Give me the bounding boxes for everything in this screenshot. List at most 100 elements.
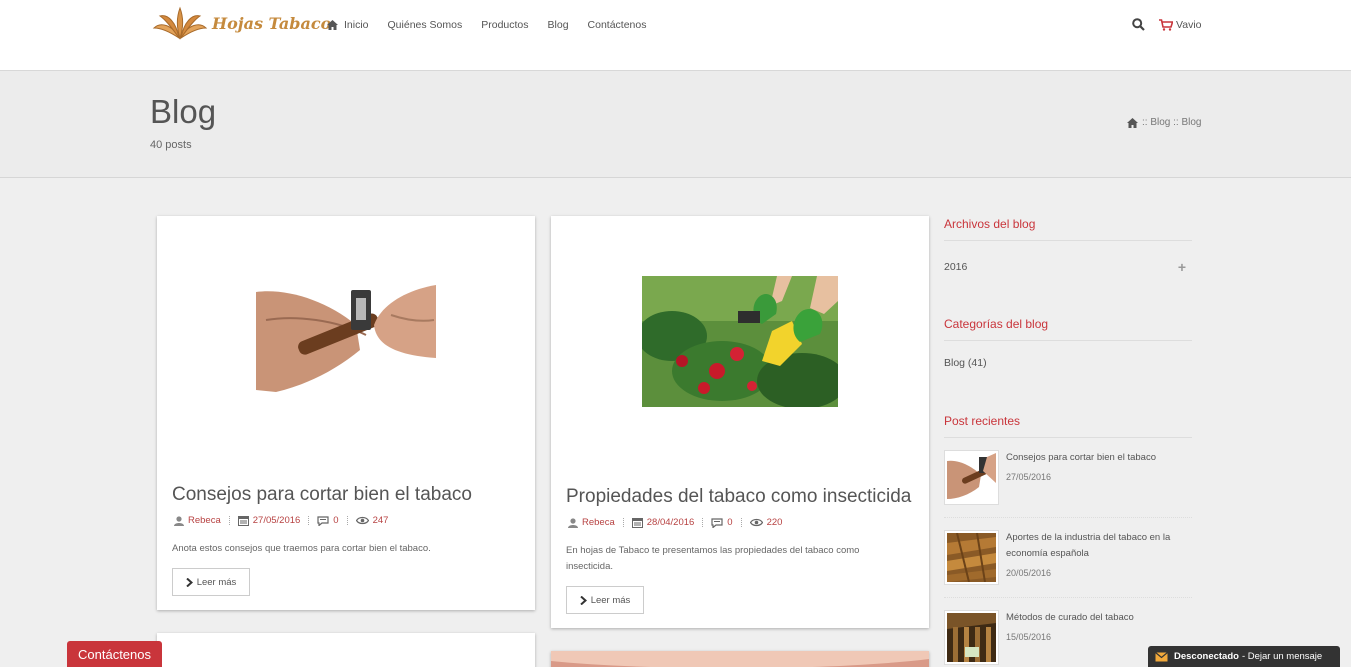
meta-separator xyxy=(308,516,310,525)
calendar-icon xyxy=(631,517,643,528)
cigar-thumbnail-image xyxy=(947,453,996,502)
post-author[interactable]: Rebeca xyxy=(174,515,221,526)
recent-post-title[interactable]: Métodos de curado del tabaco xyxy=(1006,610,1134,626)
post-date[interactable]: 28/04/2016 xyxy=(631,517,695,528)
chat-action: - Dejar un mensaje xyxy=(1241,651,1323,662)
nav-label: Productos xyxy=(481,19,529,31)
post-excerpt: En hojas de Tabaco te presentamos las pr… xyxy=(566,545,860,572)
post-card: Propiedades del tabaco como insecticida … xyxy=(551,216,929,628)
tobacco-leaves-thumbnail-image xyxy=(947,532,996,583)
site-header: Hojas Tabaco Inicio Quiénes Somos Produc… xyxy=(0,0,1351,71)
logo-text: Hojas Tabaco xyxy=(212,14,332,33)
post-card-partial xyxy=(157,633,535,667)
post-card: Consejos para cortar bien el tabaco Rebe… xyxy=(157,216,535,610)
read-more-button[interactable]: Leer más xyxy=(566,586,644,614)
post-excerpt: Anota estos consejos que traemos para co… xyxy=(172,543,431,554)
post-author[interactable]: Rebeca xyxy=(568,517,615,528)
archive-year-item[interactable]: 2016 + xyxy=(944,259,1192,275)
date-text: 27/05/2016 xyxy=(252,515,301,526)
page-banner: Blog 40 posts :: Blog :: Blog xyxy=(0,71,1351,178)
sidebar-categories-title: Categorías del blog xyxy=(944,317,1192,341)
meta-separator xyxy=(702,518,704,527)
recent-post-thumbnail[interactable] xyxy=(944,450,999,505)
recent-post-date: 27/05/2016 xyxy=(1006,472,1052,482)
category-item[interactable]: Blog (41) xyxy=(944,357,1192,369)
blog-sidebar: Archivos del blog 2016 + Categorías del … xyxy=(944,217,1192,667)
sidebar-archives-title: Archivos del blog xyxy=(944,217,1192,241)
nav-label: Blog xyxy=(547,19,569,31)
nav-label: Contáctenos xyxy=(587,19,647,31)
comment-icon xyxy=(711,517,723,528)
chevron-right-icon xyxy=(580,595,587,605)
shopping-cart-icon xyxy=(1159,18,1173,31)
post-image-cigar-cutting[interactable] xyxy=(256,280,436,400)
recent-post-item[interactable]: Consejos para cortar bien el tabaco 27/0… xyxy=(944,450,1192,518)
recent-post-thumbnail[interactable] xyxy=(944,530,999,585)
nav-item-blog[interactable]: Blog xyxy=(548,19,569,31)
author-name: Rebeca xyxy=(188,515,221,526)
meta-separator xyxy=(228,516,230,525)
sidebar-recent-title: Post recientes xyxy=(944,414,1192,438)
nav-item-contactenos[interactable]: Contáctenos xyxy=(588,19,647,31)
meta-separator xyxy=(740,518,742,527)
chevron-right-icon xyxy=(186,577,193,587)
post-image-partial xyxy=(551,651,929,667)
user-icon xyxy=(174,515,184,526)
header-tools: Vavio xyxy=(1132,18,1202,31)
chat-widget[interactable]: Desconectado - Dejar un mensaje xyxy=(1148,646,1340,667)
nav-label: Quiénes Somos xyxy=(387,19,463,31)
home-icon xyxy=(327,20,338,30)
calendar-icon xyxy=(237,515,249,526)
post-card-partial xyxy=(551,651,929,667)
recent-post-title[interactable]: Consejos para cortar bien el tabaco xyxy=(1006,450,1156,466)
expand-plus-icon[interactable]: + xyxy=(1178,259,1186,275)
recent-post-thumbnail[interactable] xyxy=(944,610,999,665)
post-meta: Rebeca 27/05/2016 0 247 xyxy=(174,515,388,526)
nav-item-inicio[interactable]: Inicio xyxy=(327,19,369,31)
comments-count: 0 xyxy=(333,515,339,526)
meta-separator xyxy=(346,516,348,525)
search-icon[interactable] xyxy=(1132,18,1145,31)
post-date[interactable]: 27/05/2016 xyxy=(237,515,301,526)
recent-post-date: 15/05/2016 xyxy=(1006,632,1052,642)
meta-separator xyxy=(622,518,624,527)
date-text: 28/04/2016 xyxy=(646,517,695,528)
category-label: Blog (41) xyxy=(944,357,987,369)
post-meta: Rebeca 28/04/2016 0 220 xyxy=(568,517,782,528)
breadcrumb: :: Blog :: Blog xyxy=(1127,117,1201,128)
user-icon xyxy=(568,517,578,528)
comments-count: 0 xyxy=(727,517,733,528)
recent-post-item[interactable]: Aportes de la industria del tabaco en la… xyxy=(944,530,1192,598)
views-count: 220 xyxy=(766,517,783,528)
eye-icon xyxy=(749,518,763,527)
main-nav: Inicio Quiénes Somos Productos Blog Cont… xyxy=(327,19,666,31)
post-comments[interactable]: 0 xyxy=(317,515,339,526)
posts-count: 40 posts xyxy=(150,139,192,151)
comment-icon xyxy=(317,515,329,526)
envelope-icon xyxy=(1155,651,1168,661)
author-name: Rebeca xyxy=(582,517,615,528)
post-views: 247 xyxy=(355,515,389,526)
post-views: 220 xyxy=(749,517,783,528)
cart-label: Vavio xyxy=(1176,18,1202,31)
recent-post-date: 20/05/2016 xyxy=(1006,568,1052,578)
read-more-label: Leer más xyxy=(590,594,631,606)
contact-tab-button[interactable]: Contáctenos xyxy=(67,641,162,667)
post-image-plant-spraying[interactable] xyxy=(642,276,838,407)
breadcrumb-text[interactable]: :: Blog :: Blog xyxy=(1142,117,1201,128)
chat-status: Desconectado xyxy=(1174,651,1239,662)
eye-icon xyxy=(355,516,369,525)
cart-button[interactable]: Vavio xyxy=(1159,19,1202,31)
site-logo[interactable]: Hojas Tabaco xyxy=(150,6,331,44)
read-more-button[interactable]: Leer más xyxy=(172,568,250,596)
post-title[interactable]: Propiedades del tabaco como insecticida xyxy=(566,486,911,508)
post-title[interactable]: Consejos para cortar bien el tabaco xyxy=(172,484,472,506)
post-comments[interactable]: 0 xyxy=(711,517,733,528)
views-count: 247 xyxy=(372,515,389,526)
home-icon[interactable] xyxy=(1127,117,1138,128)
nav-item-quienes-somos[interactable]: Quiénes Somos xyxy=(388,19,463,31)
curing-barn-thumbnail-image xyxy=(947,613,996,662)
nav-item-productos[interactable]: Productos xyxy=(481,19,528,31)
recent-post-title[interactable]: Aportes de la industria del tabaco en la… xyxy=(1006,530,1192,562)
read-more-label: Leer más xyxy=(196,576,237,588)
